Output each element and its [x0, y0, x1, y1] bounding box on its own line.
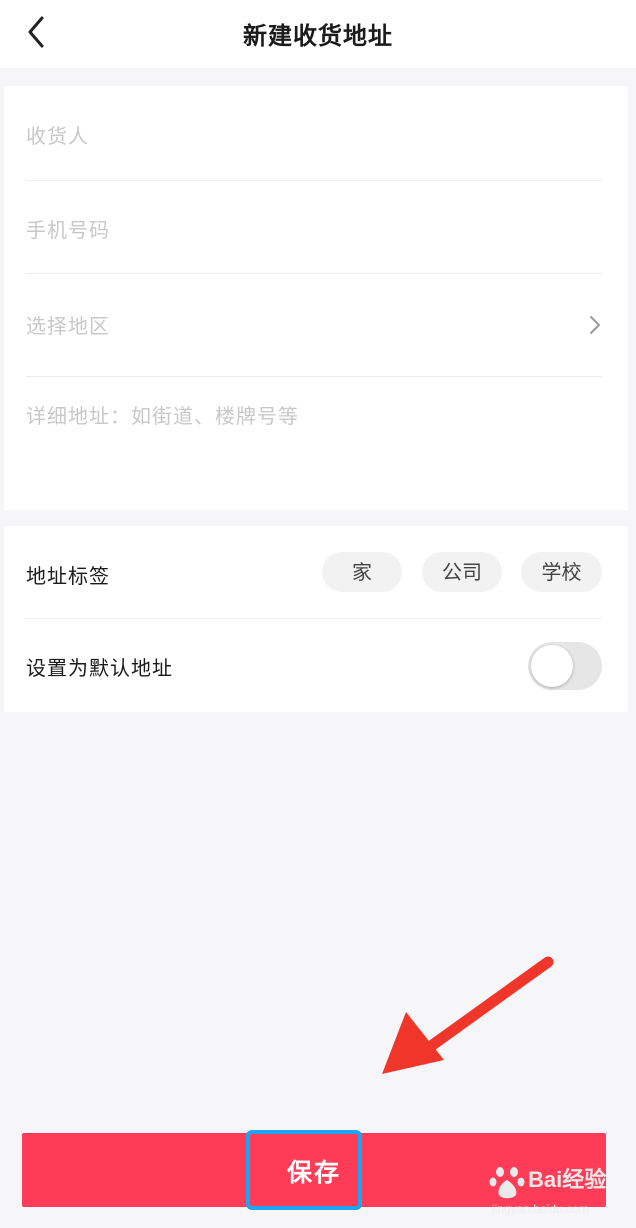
page-title: 新建收货地址	[243, 22, 393, 50]
address-form: 收货人 手机号码 选择地区 详细地址：如街道、楼牌号等	[4, 86, 628, 510]
phone-placeholder: 手机号码	[26, 218, 110, 242]
address-options: 地址标签 家 公司 学校 设置为默认地址	[4, 526, 628, 712]
recipient-placeholder: 收货人	[26, 124, 89, 148]
tag-home[interactable]: 家	[322, 552, 402, 592]
region-selector[interactable]: 选择地区	[26, 310, 602, 340]
default-address-toggle[interactable]	[528, 642, 602, 690]
recipient-field[interactable]: 收货人	[26, 120, 602, 149]
detail-address-field[interactable]: 详细地址：如街道、楼牌号等	[26, 400, 602, 490]
phone-field[interactable]: 手机号码	[26, 214, 602, 243]
divider	[26, 376, 602, 377]
save-button[interactable]: 保存	[22, 1133, 606, 1207]
chevron-right-icon	[590, 316, 600, 334]
divider	[26, 180, 602, 181]
save-button-label: 保存	[286, 1159, 341, 1187]
divider	[26, 273, 602, 274]
tag-label: 地址标签	[26, 564, 110, 588]
annotation-arrow-icon	[382, 956, 554, 1074]
toggle-knob	[531, 645, 573, 687]
default-address-label: 设置为默认地址	[26, 656, 173, 680]
tag-school[interactable]: 学校	[521, 552, 602, 592]
address-page: 新建收货地址 收货人 手机号码 选择地区 详细地址：如街道、楼牌号等 地址标签 …	[0, 0, 636, 1228]
tag-company[interactable]: 公司	[422, 552, 502, 592]
detail-placeholder: 详细地址：如街道、楼牌号等	[26, 404, 299, 428]
top-bar: 新建收货地址	[0, 0, 636, 68]
divider	[26, 618, 602, 619]
region-placeholder: 选择地区	[26, 314, 110, 338]
